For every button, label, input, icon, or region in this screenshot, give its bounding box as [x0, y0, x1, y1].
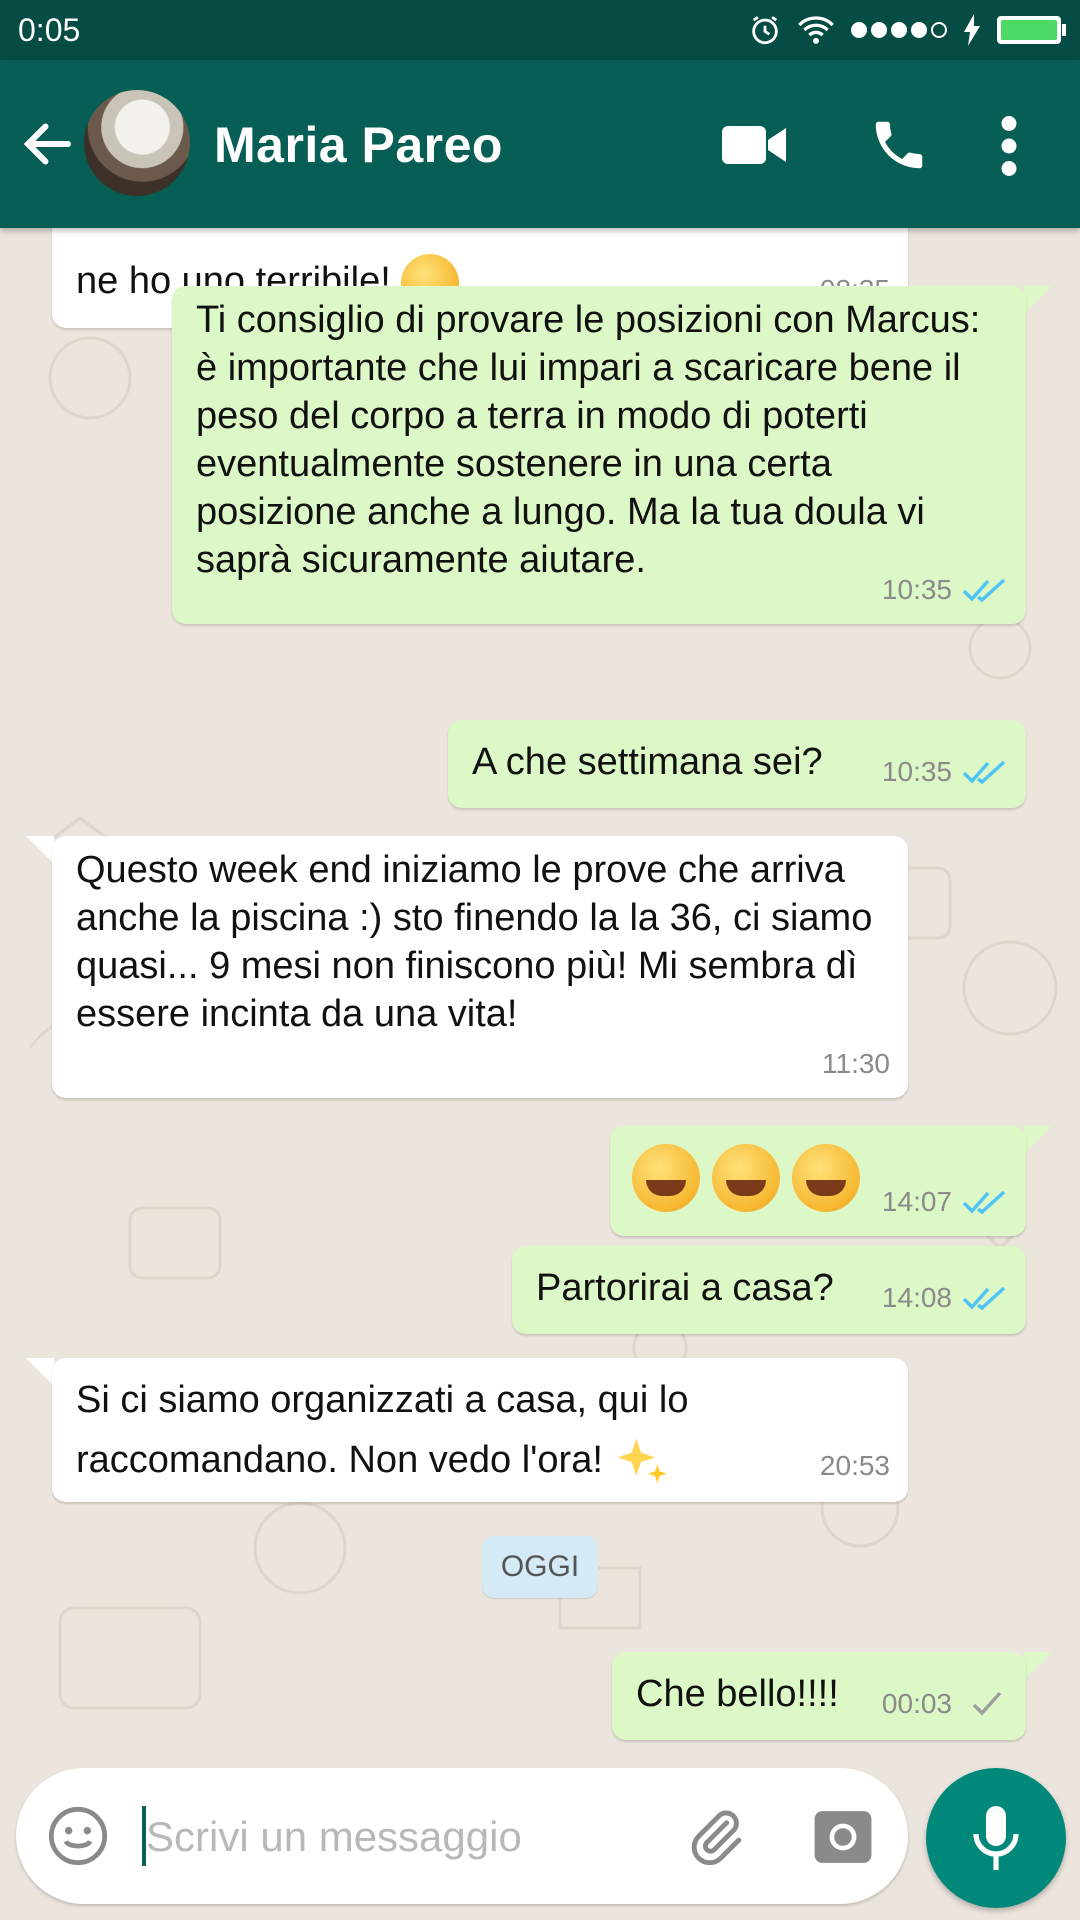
double-check-read-icon [962, 760, 1006, 785]
signal-icon [851, 22, 947, 38]
contact-avatar[interactable] [84, 90, 190, 196]
chat-header: Maria Pareo [0, 60, 1080, 228]
message-time: 10:35 [881, 756, 952, 787]
message-outgoing[interactable]: Partorirai a casa? 14:08 [512, 1246, 1026, 1334]
message-outgoing[interactable]: Che bello!!!! 00:03 [612, 1652, 1026, 1740]
back-arrow-icon[interactable] [18, 114, 78, 174]
alarm-icon [752, 16, 778, 45]
message-incoming[interactable]: Si ci siamo organizzati a casa, qui lo r… [52, 1358, 908, 1502]
mic-icon [973, 1806, 1019, 1870]
message-time: 11:30 [822, 1048, 890, 1079]
day-separator: OGGI [482, 1536, 598, 1598]
message-text: A che settimana sei? [472, 741, 823, 783]
message-time: 10:35 [881, 574, 952, 605]
video-call-icon[interactable] [722, 120, 788, 170]
message-text: Che bello!!!! [636, 1673, 839, 1715]
double-check-read-icon [962, 1286, 1006, 1311]
charging-icon [964, 14, 980, 46]
contact-name[interactable]: Maria Pareo [214, 116, 503, 174]
bubble-tail [1024, 286, 1052, 314]
message-list[interactable]: ne ho uno terribile! 08:35 Ti consiglio … [0, 228, 1080, 1758]
message-time: 14:08 [881, 1282, 952, 1313]
tears-of-joy-emoji [792, 1144, 860, 1212]
message-text: Si ci siamo organizzati a casa, qui lo r… [76, 1379, 689, 1481]
battery-icon [997, 16, 1066, 44]
message-text: Partorirai a casa? [536, 1267, 834, 1309]
tears-of-joy-emoji [632, 1144, 700, 1212]
wifi-icon [798, 16, 834, 44]
message-outgoing[interactable]: A che settimana sei? 10:35 [448, 720, 1026, 808]
more-vert-icon[interactable] [1000, 116, 1018, 176]
bubble-tail [1024, 1652, 1052, 1680]
phone-icon[interactable] [868, 114, 930, 176]
double-check-read-icon [962, 578, 1006, 603]
message-input[interactable] [144, 1802, 668, 1872]
single-check-sent-icon [972, 1691, 1002, 1716]
message-composer [16, 1768, 908, 1904]
mic-button[interactable] [926, 1768, 1066, 1908]
status-bar: 0:05 [0, 0, 1080, 60]
message-text: Questo week end iniziamo le prove che ar… [76, 849, 873, 1035]
message-outgoing[interactable]: Ti consiglio di provare le posizioni con… [172, 286, 1026, 624]
bubble-tail [1024, 1126, 1052, 1154]
message-time: 00:03 [881, 1688, 952, 1719]
smiley-icon[interactable] [46, 1804, 110, 1868]
message-time: 14:07 [881, 1186, 952, 1217]
attach-icon[interactable] [684, 1806, 746, 1868]
double-check-read-icon [962, 1190, 1006, 1215]
message-time: 20:53 [819, 1450, 890, 1481]
message-incoming[interactable]: Questo week end iniziamo le prove che ar… [52, 836, 908, 1098]
bubble-tail [26, 836, 54, 864]
camera-icon[interactable] [812, 1808, 874, 1866]
tears-of-joy-emoji [712, 1144, 780, 1212]
message-text: Ti consiglio di provare le posizioni con… [196, 299, 981, 581]
bubble-tail [26, 1358, 54, 1386]
message-outgoing[interactable]: 14:07 [610, 1126, 1026, 1236]
sparkles-emoji [618, 1438, 668, 1483]
status-time: 0:05 [18, 12, 81, 48]
tears-of-joy-emoji-group [632, 1144, 860, 1212]
